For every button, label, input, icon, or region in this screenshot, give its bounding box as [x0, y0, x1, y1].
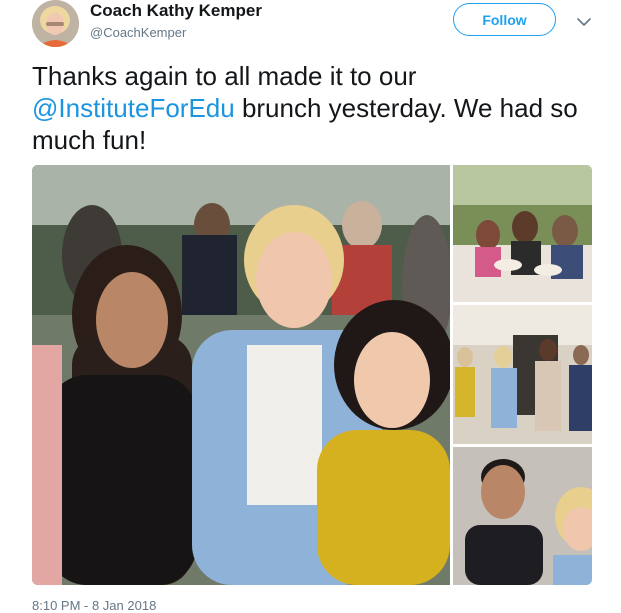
avatar-photo [32, 0, 79, 47]
photo-main[interactable] [32, 165, 450, 585]
photo-middle-right[interactable] [453, 305, 592, 444]
tweet-text-start: Thanks again to all made it to our [32, 61, 417, 91]
author-name[interactable]: Coach Kathy Kemper [90, 1, 262, 21]
chevron-down-icon[interactable] [574, 12, 594, 32]
follow-button[interactable]: Follow [453, 3, 556, 36]
mention-link[interactable]: @InstituteForEdu [32, 93, 235, 123]
photo-top-right[interactable] [453, 165, 592, 302]
media-grid [32, 165, 592, 585]
tweet-text: Thanks again to all made it to our @Inst… [32, 60, 592, 156]
tweet-timestamp[interactable]: 8:10 PM - 8 Jan 2018 [32, 598, 156, 613]
photo-bottom-right[interactable] [453, 447, 592, 585]
author-handle[interactable]: @CoachKemper [90, 25, 186, 40]
avatar[interactable] [32, 0, 79, 47]
